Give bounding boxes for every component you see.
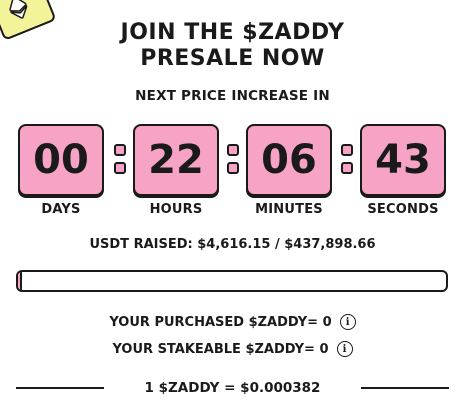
seconds-value: 43 bbox=[360, 124, 446, 196]
token-price: 1 $ZADDY = $0.000382 bbox=[144, 380, 321, 396]
countdown-timer: 00 DAYS 22 HOURS 06 MINUTES 43 SECONDS bbox=[18, 124, 448, 220]
days-label: DAYS bbox=[41, 202, 81, 217]
page-title: JOIN THE $ZADDY PRESALE NOW bbox=[0, 20, 465, 72]
countdown-hours: 22 HOURS bbox=[133, 124, 219, 217]
countdown-separator bbox=[227, 144, 239, 174]
countdown-seconds: 43 SECONDS bbox=[360, 124, 446, 217]
info-icon[interactable]: i bbox=[339, 314, 356, 330]
hours-value: 22 bbox=[133, 124, 219, 196]
countdown-days: 00 DAYS bbox=[18, 124, 104, 217]
ethereum-icon bbox=[8, 0, 28, 20]
presale-progress-bar bbox=[16, 270, 448, 292]
divider bbox=[361, 387, 449, 389]
title-line-2: PRESALE NOW bbox=[140, 46, 325, 71]
token-price-row: 1 $ZADDY = $0.000382 bbox=[16, 378, 449, 398]
countdown-separator bbox=[341, 144, 353, 174]
info-icon[interactable]: i bbox=[336, 341, 353, 357]
stakeable-amount: YOUR STAKEABLE $ZADDY= 0 bbox=[112, 341, 329, 357]
title-line-1: JOIN THE $ZADDY bbox=[120, 20, 345, 45]
hours-label: HOURS bbox=[149, 202, 203, 217]
purchased-row: YOUR PURCHASED $ZADDY= 0 i bbox=[0, 314, 465, 330]
countdown-separator bbox=[114, 144, 126, 174]
minutes-label: MINUTES bbox=[255, 202, 323, 217]
days-value: 00 bbox=[18, 124, 104, 196]
seconds-label: SECONDS bbox=[367, 202, 439, 217]
divider bbox=[16, 387, 104, 389]
minutes-value: 06 bbox=[246, 124, 332, 196]
countdown-heading: NEXT PRICE INCREASE IN bbox=[135, 88, 330, 104]
usdt-raised-text: USDT RAISED: $4,616.15 / $437,898.66 bbox=[89, 237, 376, 252]
presale-progress-fill bbox=[18, 272, 23, 290]
stakeable-row: YOUR STAKEABLE $ZADDY= 0 i bbox=[0, 341, 465, 357]
purchased-amount: YOUR PURCHASED $ZADDY= 0 bbox=[109, 314, 332, 330]
countdown-minutes: 06 MINUTES bbox=[246, 124, 332, 217]
